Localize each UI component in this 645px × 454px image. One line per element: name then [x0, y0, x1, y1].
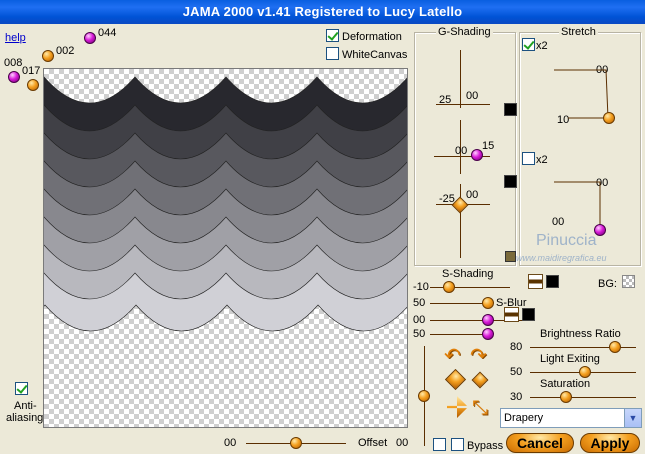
vertical-slider-thumb[interactable]: [418, 390, 430, 402]
g-shading-vtrack-1: [460, 50, 461, 108]
style-select-value: Drapery: [504, 412, 544, 424]
style-select[interactable]: Drapery ▼: [500, 408, 642, 428]
white-canvas-checkbox[interactable]: [326, 47, 339, 60]
preset-044-label: 044: [98, 27, 117, 39]
help-link[interactable]: help: [5, 32, 26, 44]
saturation-thumb[interactable]: [560, 391, 572, 403]
g-shading-color-2[interactable]: [504, 175, 517, 188]
plugin-panel: help 044 002 008 017 Deformation WhiteCa…: [0, 24, 645, 454]
saturation-value: 30: [510, 391, 523, 403]
diagonal-arrow-icon[interactable]: ⤡: [472, 398, 488, 418]
g-shading-row1-right: 00: [466, 90, 479, 102]
g-shading-vtrack-3: [460, 184, 461, 258]
stretch-title: Stretch: [559, 26, 598, 38]
s-blur-thumb[interactable]: [482, 297, 494, 309]
watermark-name: Pinuccia: [536, 232, 597, 249]
anti-aliasing-label-2: aliasing: [6, 412, 44, 424]
s-shading-value: -10: [413, 281, 429, 293]
extra-slider-2-thumb[interactable]: [482, 328, 494, 340]
preset-008-label: 008: [4, 57, 23, 69]
preset-017-ball[interactable]: [27, 79, 39, 91]
g-shading-thumb-2[interactable]: [471, 149, 483, 161]
offset-label: Offset: [358, 437, 388, 449]
bg-color[interactable]: [622, 275, 635, 288]
deformation-label: Deformation: [342, 31, 402, 43]
light-exiting-thumb[interactable]: [579, 366, 591, 378]
g-shading-color-1[interactable]: [504, 103, 517, 116]
dice-small-icon[interactable]: [471, 371, 489, 389]
dice-large-icon[interactable]: [444, 368, 467, 391]
bg-label: BG:: [598, 278, 617, 290]
g-shading-row3-right: 00: [466, 189, 479, 201]
anti-aliasing-checkbox[interactable]: [15, 382, 28, 395]
brightness-thumb[interactable]: [609, 341, 621, 353]
preset-017-label: 017: [22, 65, 41, 77]
light-exiting-value: 50: [510, 366, 523, 378]
offset-slider-thumb[interactable]: [290, 437, 302, 449]
title-bar: JAMA 2000 v1.41 Registered to Lucy Latel…: [0, 0, 645, 24]
stretch-top-x2-label: x2: [536, 40, 548, 52]
anti-aliasing-label-1: Anti-: [14, 400, 37, 412]
blur-tile-button[interactable]: [504, 307, 519, 322]
extra-slider-2-value: 50: [413, 328, 426, 340]
s-shading-track: [430, 287, 510, 288]
stretch-top-thumb[interactable]: [603, 112, 615, 124]
g-shading-row2-right: 15: [482, 140, 495, 152]
brightness-label: Brightness Ratio: [540, 328, 621, 340]
stretch-bottom-shape: [554, 181, 601, 230]
s-shading-color[interactable]: [546, 275, 559, 288]
g-shading-row2-left: 00: [455, 145, 468, 157]
s-blur-value: 50: [413, 297, 426, 309]
extra-slider-1-value: 00: [413, 314, 426, 326]
g-shading-row1-left: 25: [439, 94, 452, 106]
drapery-preview: [44, 76, 407, 332]
extra-slider-2-track: [430, 334, 490, 335]
stretch-top-x2-checkbox[interactable]: [522, 38, 535, 51]
preview-canvas: [43, 68, 408, 428]
preset-002-ball[interactable]: [42, 50, 54, 62]
chevron-down-icon[interactable]: ▼: [624, 409, 641, 427]
bypass-checkbox-1[interactable]: [433, 438, 446, 451]
saturation-label: Saturation: [540, 378, 591, 390]
g-shading-title: G-Shading: [436, 26, 493, 38]
watermark-site: www.maidiregrafica.eu: [516, 253, 607, 263]
rotate-right-icon[interactable]: ↷: [470, 346, 487, 366]
stretch-bottom-x2-label: x2: [536, 154, 548, 166]
s-blur-track: [430, 303, 490, 304]
saturation-track: [530, 397, 636, 398]
preset-044-ball[interactable]: [84, 32, 96, 44]
cancel-button[interactable]: Cancel: [506, 433, 574, 453]
blur-color[interactable]: [522, 308, 535, 321]
stretch-bottom-x2-checkbox[interactable]: [522, 152, 535, 165]
preset-008-ball[interactable]: [8, 71, 20, 83]
s-shading-tile-button[interactable]: [528, 274, 543, 289]
watermark-icon: [505, 251, 516, 262]
extra-slider-1-thumb[interactable]: [482, 314, 494, 326]
flip-vertical-icon[interactable]: [447, 396, 467, 418]
white-canvas-label: WhiteCanvas: [342, 49, 408, 61]
light-exiting-label: Light Exiting: [540, 353, 600, 365]
bypass-checkbox-2[interactable]: [451, 438, 464, 451]
apply-button[interactable]: Apply: [580, 433, 640, 453]
offset-left-value: 00: [224, 437, 237, 449]
preset-002-label: 002: [56, 45, 75, 57]
s-shading-label: S-Shading: [442, 268, 494, 280]
brightness-value: 80: [510, 341, 523, 353]
bypass-label: Bypass: [467, 440, 504, 452]
s-shading-thumb[interactable]: [443, 281, 455, 293]
deformation-checkbox[interactable]: [326, 29, 339, 42]
rotate-left-icon[interactable]: ↶: [444, 346, 461, 366]
offset-right-value: 00: [396, 437, 409, 449]
